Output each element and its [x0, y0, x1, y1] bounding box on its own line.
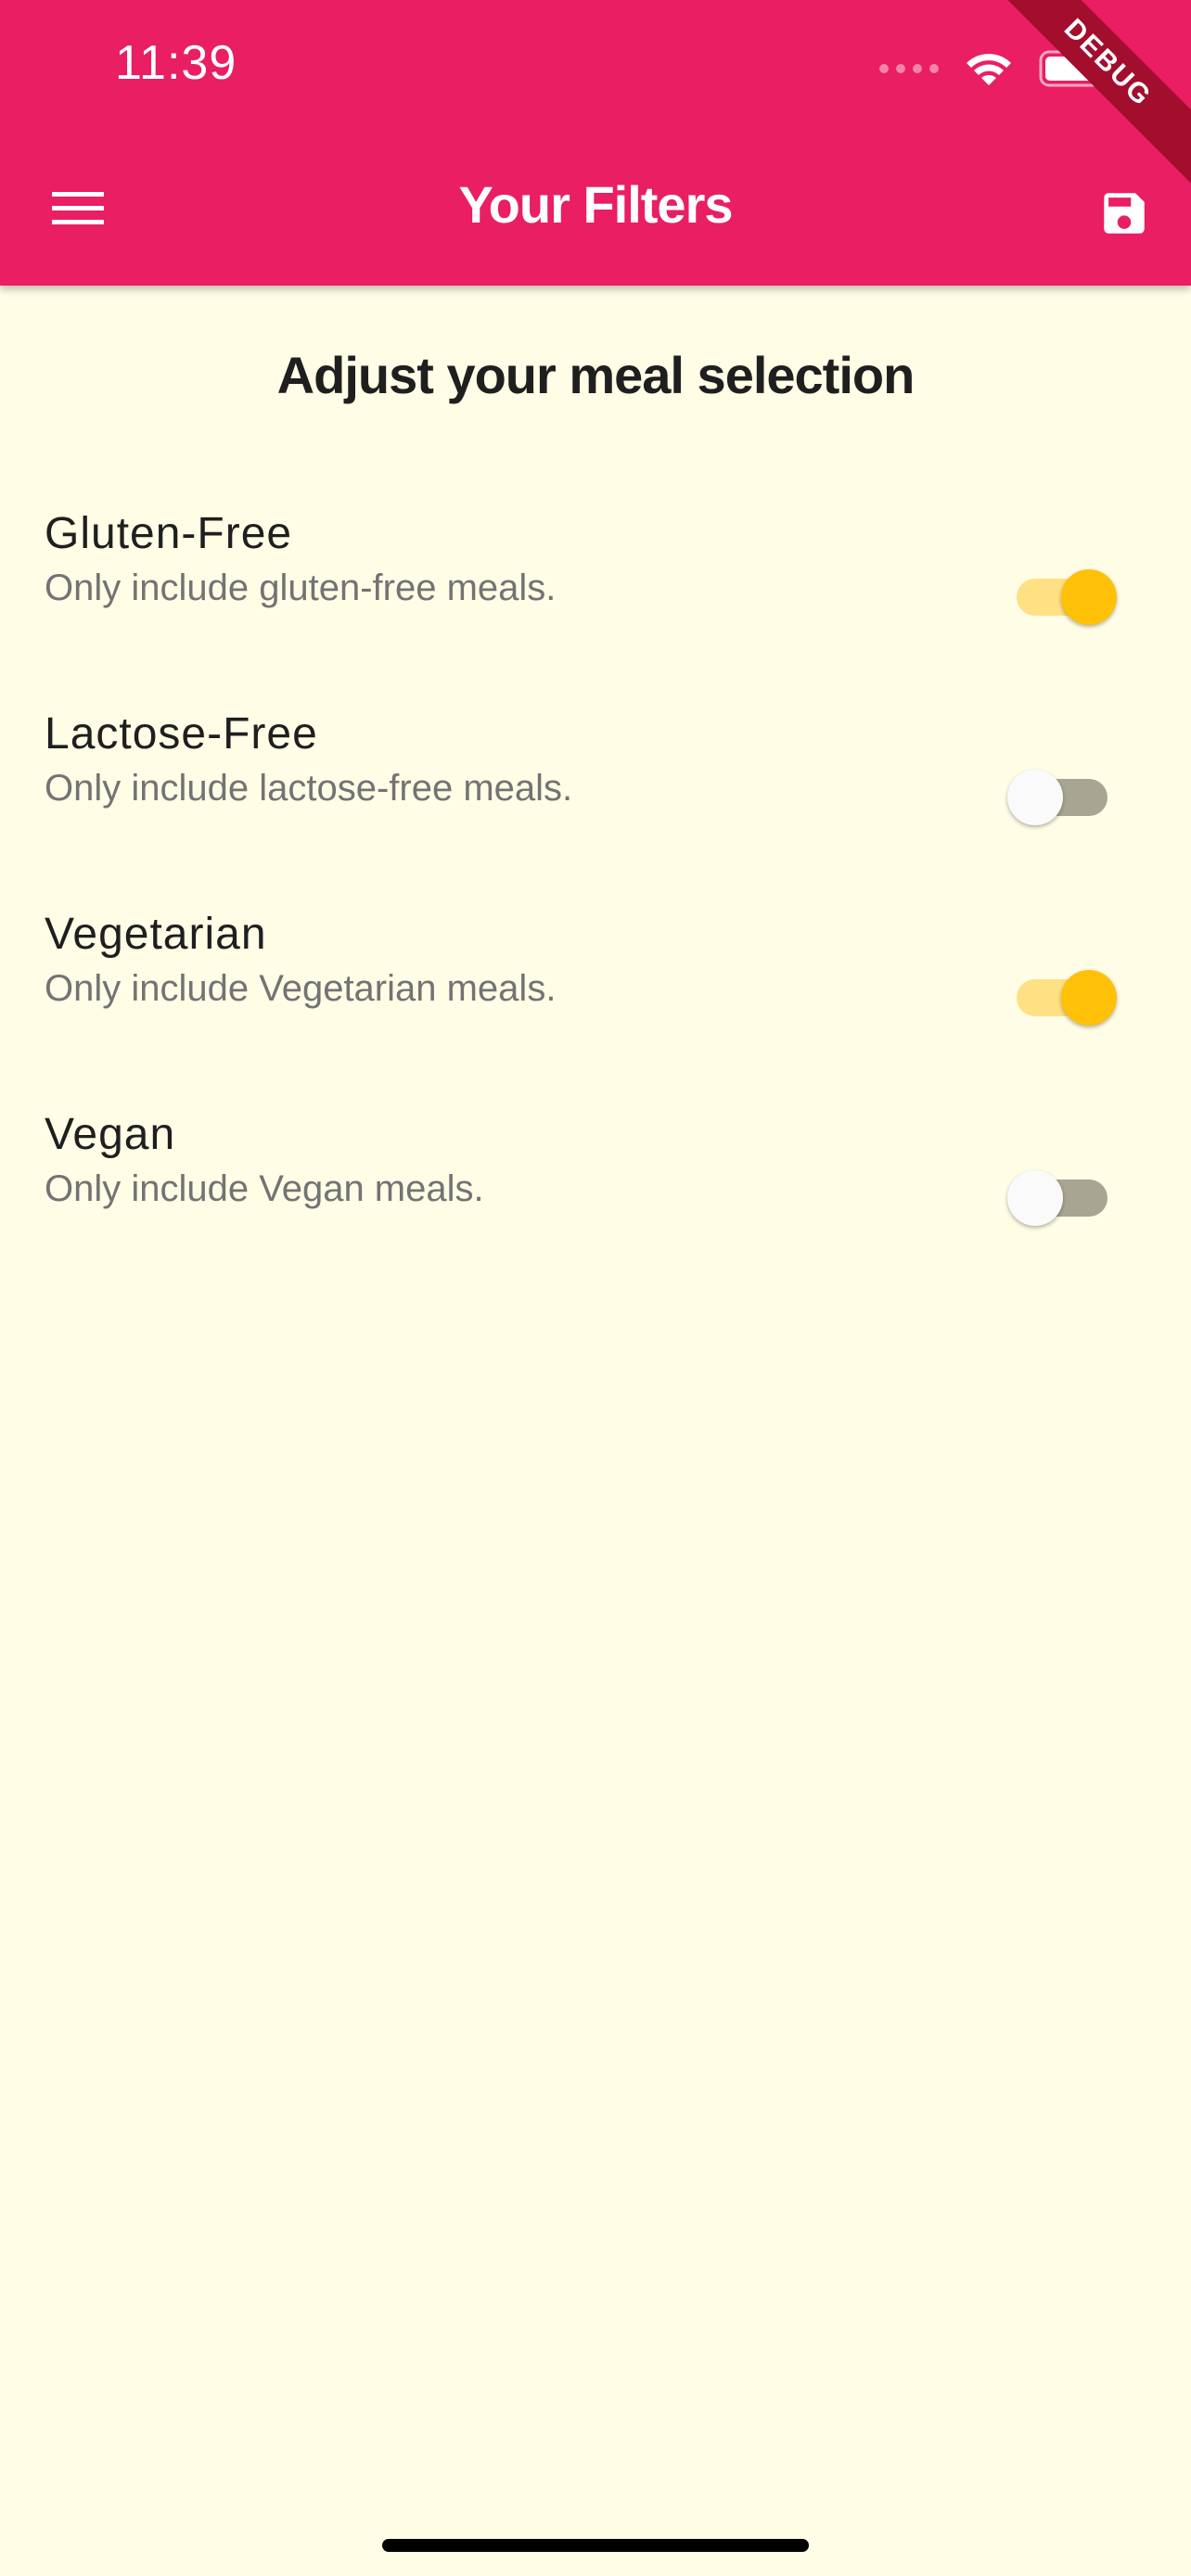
filter-row-vegetarian[interactable]: Vegetarian Only include Vegetarian meals…: [0, 909, 1191, 1109]
filter-subtitle: Only include lactose-free meals.: [45, 768, 573, 809]
switch-thumb: [1007, 770, 1063, 825]
debug-banner: DEBUG: [977, 0, 1191, 194]
vegan-switch[interactable]: [1007, 1163, 1117, 1233]
filter-title: Lactose-Free: [45, 709, 318, 759]
save-button[interactable]: [1087, 176, 1161, 250]
filter-subtitle: Only include Vegan meals.: [45, 1168, 484, 1209]
filter-row-vegan[interactable]: Vegan Only include Vegan meals.: [0, 1109, 1191, 1309]
filter-title: Gluten-Free: [45, 509, 293, 558]
filter-row-gluten-free[interactable]: Gluten-Free Only include gluten-free mea…: [0, 508, 1191, 708]
status-time: 11:39: [115, 36, 237, 90]
switch-thumb: [1061, 970, 1117, 1026]
switch-thumb: [1061, 569, 1117, 625]
vegetarian-switch[interactable]: [1007, 963, 1117, 1033]
gluten-free-switch[interactable]: [1007, 562, 1117, 632]
switch-thumb: [1007, 1170, 1063, 1226]
page-title: Your Filters: [458, 175, 733, 234]
section-heading: Adjust your meal selection: [276, 346, 916, 404]
filter-title: Vegan: [45, 1110, 176, 1159]
filter-row-lactose-free[interactable]: Lactose-Free Only include lactose-free m…: [0, 708, 1191, 909]
cellular-signal-icon: [879, 64, 939, 73]
wifi-icon: [967, 54, 1011, 85]
save-icon: [1104, 193, 1145, 234]
lactose-free-switch[interactable]: [1007, 762, 1117, 833]
filter-title: Vegetarian: [45, 910, 267, 959]
home-indicator: [382, 2539, 809, 2552]
app-bar: 11:39 DEBUG Your Filters: [0, 0, 1191, 286]
filter-subtitle: Only include gluten-free meals.: [45, 567, 557, 608]
filter-subtitle: Only include Vegetarian meals.: [45, 968, 557, 1009]
